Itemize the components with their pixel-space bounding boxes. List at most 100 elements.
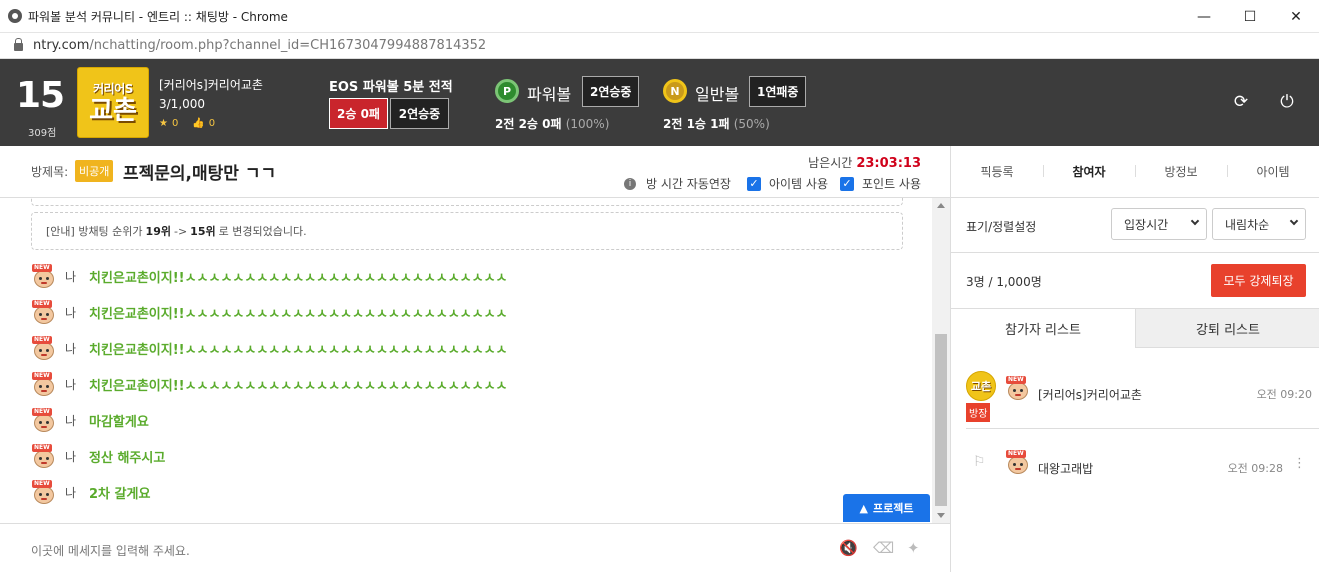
chevron-down-icon [1190, 216, 1200, 226]
message-author[interactable]: 나 [65, 484, 89, 501]
participant-tabs: 참가자 리스트 강퇴 리스트 [951, 308, 1319, 348]
tab-participant-list[interactable]: 참가자 리스트 [951, 308, 1135, 348]
scroll-thumb[interactable] [935, 334, 947, 506]
close-icon[interactable]: ✕ [1273, 0, 1319, 33]
avatar[interactable]: NEW [1006, 450, 1030, 474]
sort-select-value: 입장시간 [1124, 217, 1169, 232]
url[interactable]: ntry.com/nchatting/room.php?channel_id=C… [33, 38, 486, 53]
member-logo: 교촌 [966, 371, 996, 401]
more-icon[interactable]: ⋮ [1293, 456, 1306, 471]
lock-icon [14, 38, 23, 51]
room-subheader: 방제목: 비공개 프젝문의,매탕만 ㄱㄱ 남은시간 23:03:13 i 방 시간… [0, 146, 950, 198]
avatar[interactable]: NEW [32, 372, 56, 396]
message-text: 치킨은교촌이지!!ㅅㅅㅅㅅㅅㅅㅅㅅㅅㅅㅅㅅㅅㅅㅅㅅㅅㅅㅅㅅㅅㅅㅅㅅㅅㅅㅅ [89, 306, 508, 322]
thumbs-up-icon: 👍 [192, 118, 205, 129]
normalball-record: 2전 1승 1패 (50%) [663, 115, 770, 132]
room-logo: 커리어S 교촌 [77, 67, 149, 138]
avatar[interactable]: NEW [32, 264, 56, 288]
powerball-record: 2전 2승 0패 (100%) [495, 115, 609, 132]
scroll-down-icon[interactable] [937, 513, 945, 518]
room-rank: 15 [16, 75, 65, 116]
chat-message: NEW 나 치킨은교촌이지!!ㅅㅅㅅㅅㅅㅅㅅㅅㅅㅅㅅㅅㅅㅅㅅㅅㅅㅅㅅㅅㅅㅅㅅㅅㅅ… [32, 299, 508, 325]
avatar[interactable]: NEW [32, 300, 56, 324]
project-button[interactable]: ▲ 프로젝트 [843, 494, 930, 522]
rank-notice: [안내] 방채팅 순위가 19위 -> 15위 로 변경되었습니다. [31, 212, 903, 250]
avatar[interactable]: NEW [32, 480, 56, 504]
message-author[interactable]: 나 [65, 448, 89, 465]
input-placeholder: 이곳에 메세지를 입력해 주세요. [31, 544, 190, 558]
avatar[interactable]: NEW [1006, 376, 1030, 400]
participants-panel: 표기/정렬설정 입장시간 내림차순 3명 / 1,000명 모두 강제퇴장 참가… [950, 198, 1319, 572]
maximize-icon[interactable]: ☐ [1227, 0, 1273, 33]
minimize-icon[interactable]: — [1181, 0, 1227, 33]
use-item-checkbox[interactable]: ✓ [746, 176, 761, 191]
notice-suffix: 로 변경되었습니다. [218, 225, 307, 238]
chat-area: [안내] 방채팅 순위가 19위 -> 15위 로 변경되었습니다. NEW 나… [0, 198, 932, 523]
message-text: 치킨은교촌이지!!ㅅㅅㅅㅅㅅㅅㅅㅅㅅㅅㅅㅅㅅㅅㅅㅅㅅㅅㅅㅅㅅㅅㅅㅅㅅㅅㅅ [89, 378, 508, 394]
use-item-label[interactable]: 아이템 사용 [769, 175, 828, 192]
address-bar[interactable]: ntry.com/nchatting/room.php?channel_id=C… [0, 33, 1319, 59]
scroll-up-icon[interactable] [937, 203, 945, 208]
room-name: [커리어s]커리어교촌 [159, 78, 263, 92]
tab-room-info[interactable]: 방정보 [1135, 163, 1227, 180]
like-count: 0 [208, 118, 216, 129]
normalball-streak: 1연패중 [749, 76, 807, 107]
info-icon: i [624, 177, 637, 190]
member-name[interactable]: [커리어s]커리어교촌 [1038, 386, 1142, 403]
notice-prefix: [안내] 방채팅 순위가 [46, 225, 143, 238]
kick-all-button[interactable]: 모두 강제퇴장 [1211, 264, 1306, 297]
previous-notice [31, 198, 903, 206]
eos-title: EOS 파워볼 5분 전적 [329, 80, 453, 95]
mute-icon[interactable]: 🔇 [839, 539, 858, 557]
logo-line1: 커리어S [93, 82, 133, 96]
avatar[interactable]: NEW [32, 408, 56, 432]
tab-participants[interactable]: 참여자 [1043, 163, 1135, 180]
tab-items[interactable]: 아이템 [1227, 163, 1319, 180]
message-author[interactable]: 나 [65, 304, 89, 321]
divider [966, 428, 1319, 429]
room-header: 15 309점 커리어S 교촌 [커리어s]커리어교촌 3/1,000 ★ 0 👍… [0, 59, 1319, 146]
magic-wand-icon[interactable]: ✦ [907, 539, 920, 557]
room-stats: ★ 0 👍 0 [159, 118, 215, 129]
list-item[interactable]: ⚐ NEW 대왕고래밥 오전 09:28 ⋮ [951, 430, 1319, 502]
message-author[interactable]: 나 [65, 268, 89, 285]
tab-kicked-list[interactable]: 강퇴 리스트 [1135, 308, 1319, 348]
subject-label: 방제목: [31, 165, 69, 179]
tab-pick-register[interactable]: 픽등록 [951, 163, 1043, 180]
room-count: 3/1,000 [159, 97, 206, 111]
message-text: 마감할게요 [89, 414, 149, 430]
chat-message: NEW 나 치킨은교촌이지!!ㅅㅅㅅㅅㅅㅅㅅㅅㅅㅅㅅㅅㅅㅅㅅㅅㅅㅅㅅㅅㅅㅅㅅㅅㅅ… [32, 335, 508, 361]
url-path: /nchatting/room.php?channel_id=CH1673047… [89, 38, 487, 53]
power-icon[interactable]: ⏻ [1278, 92, 1296, 112]
sort-label: 표기/정렬설정 [966, 220, 1037, 234]
window-title: 파워볼 분석 커뮤니티 - 엔트리 :: 채팅방 - Chrome [28, 9, 288, 24]
avatar[interactable]: NEW [32, 444, 56, 468]
order-select-value: 내림차순 [1225, 217, 1270, 232]
sort-select[interactable]: 입장시간 [1111, 208, 1207, 240]
refresh-icon[interactable]: ⟳ [1232, 92, 1250, 112]
right-tabs: 픽등록 참여자 방정보 아이템 [950, 146, 1319, 198]
member-join-time: 오전 09:20 [1256, 388, 1312, 401]
private-badge: 비공개 [75, 160, 114, 182]
chat-scrollbar[interactable] [932, 198, 950, 523]
message-author[interactable]: 나 [65, 340, 89, 357]
list-item[interactable]: 교촌 방장 NEW [커리어s]커리어교촌 오전 09:20 [951, 356, 1319, 428]
auto-extend-label[interactable]: 방 시간 자동연장 [646, 175, 731, 192]
kick-icon[interactable]: ⚐ [973, 454, 986, 470]
member-join-time: 오전 09:28 [1227, 462, 1283, 475]
use-point-checkbox[interactable]: ✓ [839, 176, 854, 191]
chat-message: NEW 나 치킨은교촌이지!!ㅅㅅㅅㅅㅅㅅㅅㅅㅅㅅㅅㅅㅅㅅㅅㅅㅅㅅㅅㅅㅅㅅㅅㅅㅅ… [32, 371, 508, 397]
message-author[interactable]: 나 [65, 376, 89, 393]
chrome-icon [8, 9, 22, 23]
avatar[interactable]: NEW [32, 336, 56, 360]
notice-arrow: -> [173, 224, 188, 238]
participant-count: 3명 / 1,000명 [966, 275, 1042, 289]
eraser-icon[interactable]: ⌫ [873, 539, 894, 557]
message-text: 치킨은교촌이지!!ㅅㅅㅅㅅㅅㅅㅅㅅㅅㅅㅅㅅㅅㅅㅅㅅㅅㅅㅅㅅㅅㅅㅅㅅㅅㅅㅅ [89, 270, 508, 286]
message-input[interactable]: 이곳에 메세지를 입력해 주세요. 🔇 ⌫ ✦ [0, 523, 950, 572]
use-point-label[interactable]: 포인트 사용 [862, 175, 921, 192]
order-select[interactable]: 내림차순 [1212, 208, 1306, 240]
member-name[interactable]: 대왕고래밥 [1038, 460, 1093, 477]
notice-from: 19위 [145, 225, 171, 238]
message-author[interactable]: 나 [65, 412, 89, 429]
